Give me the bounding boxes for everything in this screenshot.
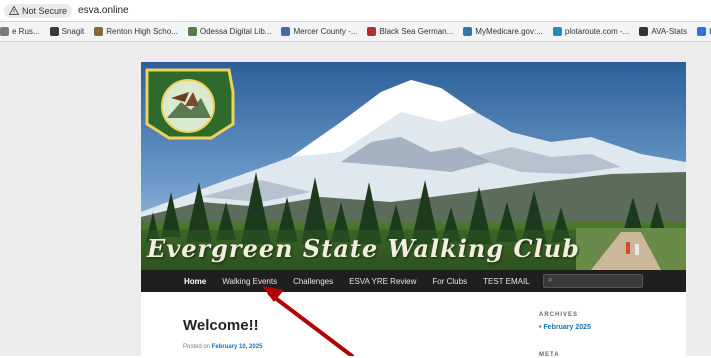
bookmark-label: plotaroute.com -... [564,27,630,36]
esva-logo [145,68,235,140]
route-icon [552,27,562,36]
stats-icon [639,27,649,36]
bookmark-label: Snagit [61,27,85,36]
dropbox-icon [697,27,707,36]
bookmark-item[interactable]: plotaroute.com -... [552,27,630,36]
snagit-icon [49,27,59,36]
warning-icon [9,6,19,15]
header-banner[interactable]: Evergreen State Walking Club [141,62,686,270]
archive-link-label: February 2025 [543,324,591,331]
bookmark-label: Renton High Scho... [106,27,178,36]
bookmark-item[interactable]: MyMedicare.gov:... [463,27,543,36]
school-icon [94,27,104,36]
bookmark-label: MyMedicare.gov:... [475,27,543,36]
bookmark-label: AVA-Stats [651,27,688,36]
post-date-link[interactable]: February 10, 2025 [212,344,263,350]
sidebar: ARCHIVES • February 2025 META [539,312,591,358]
bookmark-label: Black Sea German... [379,27,454,36]
nav-item-test-email[interactable]: TEST EMAIL [483,277,530,286]
security-label: Not Secure [22,5,68,16]
site-content: Evergreen State Walking Club Home Walking… [141,62,686,358]
nav-item-for-clubs[interactable]: For Clubs [432,277,467,286]
bookmarks-bar: e Rus... Snagit Renton High Scho... Odessa … [0,22,711,42]
post-title[interactable]: Welcome!! [183,317,259,334]
site-title[interactable]: Evergreen State Walking Club [147,234,580,263]
page-background: Evergreen State Walking Club Home Walking… [0,42,711,358]
bookmark-item[interactable]: Odessa Digital Lib... [187,27,272,36]
flag-icon [367,27,377,36]
bookmark-item[interactable]: e Rus... [0,27,40,36]
medicare-icon [463,27,473,36]
bookmark-icon [0,27,9,36]
bookmark-label: Odessa Digital Lib... [199,27,272,36]
bookmark-item[interactable]: Mercer County -... [281,27,357,36]
county-icon [281,27,291,36]
nav-item-home[interactable]: Home [184,277,206,286]
bookmark-item[interactable]: Black Sea German... [367,27,453,36]
nav-item-esva-yre-review[interactable]: ESVA YRE Review [349,277,416,286]
bookmark-item[interactable]: Home - Dropbox [697,27,711,36]
archives-heading: ARCHIVES [539,312,579,318]
security-indicator[interactable]: Not Secure [4,3,73,18]
bookmark-item[interactable]: Renton High Scho... [94,27,178,36]
archive-link[interactable]: • February 2025 [539,324,591,331]
bookmark-label: e Rus... [12,27,40,36]
url-text[interactable]: esva.online [78,5,129,16]
bookmark-item[interactable]: AVA-Stats [639,27,687,36]
nav-item-challenges[interactable]: Challenges [293,277,333,286]
post-meta: Posted on February 10, 2025 [183,344,262,350]
bookmark-label: Mercer County -... [293,27,358,36]
nav-item-walking-events[interactable]: Walking Events [222,277,277,286]
browser-address-bar[interactable]: Not Secure esva.online [0,0,711,22]
library-icon [187,27,197,36]
main-navigation: Home Walking Events Challenges ESVA YRE Rev… [141,270,686,292]
bookmark-item[interactable]: Snagit [49,27,85,36]
posted-on-label: Posted on [183,344,211,350]
meta-heading: META [539,352,560,358]
search-input[interactable]: ⌕ [543,274,643,288]
